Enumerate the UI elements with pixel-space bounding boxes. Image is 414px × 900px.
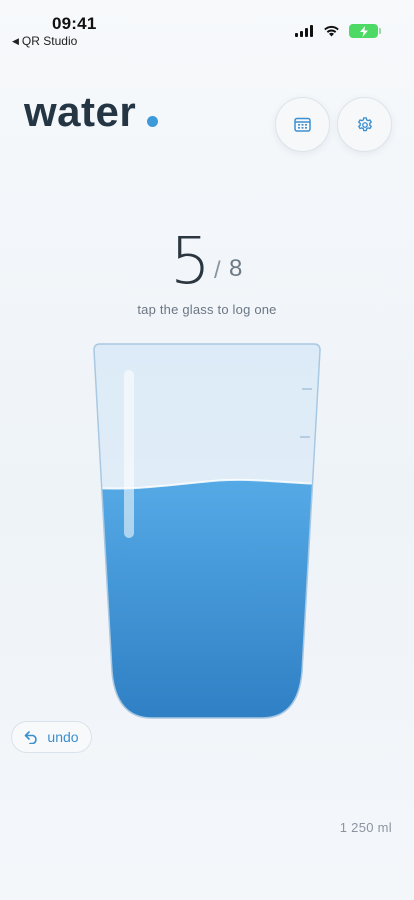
status-bar: 09:41 ◀ QR Studio: [0, 0, 414, 52]
cellular-signal-icon: [295, 25, 313, 37]
total-volume: 1 250 ml: [339, 820, 392, 835]
gear-icon: [357, 116, 372, 131]
glass-highlight: [124, 370, 134, 538]
logo-dot: [147, 116, 158, 127]
glasses-goal: 8: [229, 255, 243, 282]
undo-button[interactable]: undo: [11, 721, 92, 753]
glass-graphic: [93, 343, 321, 719]
calendar-icon: [294, 117, 311, 132]
charging-bolt-icon: [359, 25, 368, 37]
settings-button[interactable]: [337, 97, 392, 152]
glasses-logged: 5: [170, 225, 211, 299]
tap-hint: tap the glass to log one: [137, 302, 277, 317]
app-logo: water: [24, 88, 137, 135]
back-to-app-link[interactable]: ◀ QR Studio: [12, 34, 77, 48]
status-time: 09:41: [52, 14, 97, 33]
undo-arrow-icon: [25, 730, 38, 744]
back-triangle-icon: ◀: [12, 35, 19, 46]
drink-counter: 5 / 8: [0, 225, 414, 299]
status-icons: [295, 24, 381, 38]
undo-label: undo: [47, 729, 79, 745]
water-glass[interactable]: [92, 342, 322, 720]
battery-icon: [349, 24, 381, 38]
back-app-label: QR Studio: [21, 34, 78, 48]
wifi-icon: [324, 25, 339, 37]
counter-separator: /: [214, 257, 221, 284]
calendar-button[interactable]: [275, 97, 330, 152]
